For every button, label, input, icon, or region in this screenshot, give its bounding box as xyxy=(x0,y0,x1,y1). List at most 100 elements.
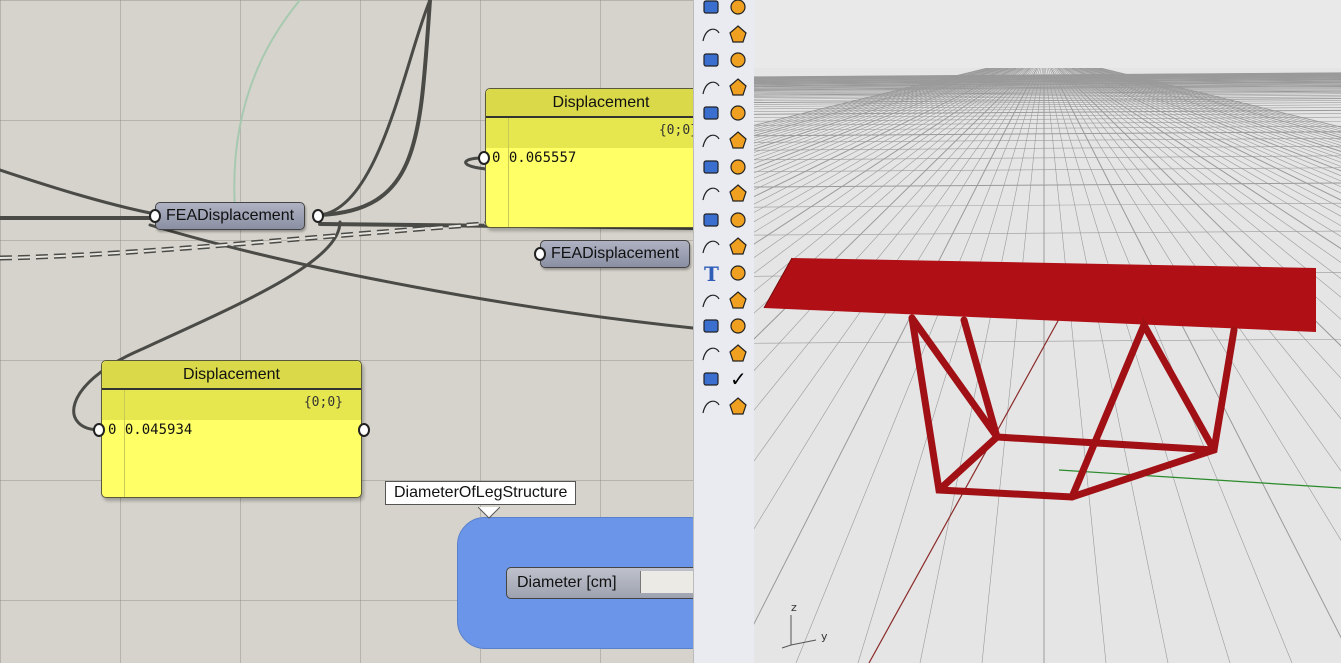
panel-path: {0;0} xyxy=(486,118,693,148)
panel-index-divider xyxy=(124,390,125,497)
displacement-panel-bottom[interactable]: Displacement {0;0} 0 0.045934 xyxy=(101,360,362,498)
surface-icon[interactable] xyxy=(727,76,749,98)
grid-line xyxy=(754,98,1341,104)
param-output-grip[interactable] xyxy=(312,209,324,223)
param-input-grip[interactable] xyxy=(534,247,546,261)
transform-icon[interactable] xyxy=(727,289,749,311)
slider-track[interactable] xyxy=(640,571,693,593)
wire xyxy=(0,168,157,216)
grid-line xyxy=(754,67,1025,259)
render-icon[interactable] xyxy=(700,368,722,390)
grid-line xyxy=(919,67,1042,663)
grid-line xyxy=(754,67,1004,153)
box-icon[interactable] xyxy=(700,102,722,124)
row-index: 0 xyxy=(108,422,117,438)
svg-text:✓: ✓ xyxy=(730,368,747,390)
group-tooltip: DiameterOfLegStructure xyxy=(385,481,577,505)
grid-line xyxy=(754,67,993,132)
grid-line xyxy=(754,67,1032,372)
grid-line xyxy=(754,67,1011,174)
grid-line xyxy=(754,67,1003,150)
panel-output-grip[interactable] xyxy=(358,423,370,437)
curve-icon[interactable] xyxy=(727,235,749,257)
wire xyxy=(318,0,432,217)
panel-input-grip[interactable] xyxy=(93,423,105,437)
grid-line xyxy=(754,67,1036,530)
x-axis-indicator xyxy=(781,644,792,649)
panel-row: 0 0.045934 xyxy=(102,420,361,440)
table-top-mesh xyxy=(764,258,1316,332)
x-axis-line xyxy=(868,309,1065,663)
grid-line xyxy=(754,67,1029,314)
fea-displacement-param-2[interactable]: FEADisplacement xyxy=(540,240,691,268)
wire xyxy=(233,0,301,211)
panel-path: {0;0} xyxy=(102,390,361,420)
arc-icon[interactable] xyxy=(700,23,722,45)
grid-icon[interactable] xyxy=(700,342,722,364)
grid-line xyxy=(754,67,1031,340)
grid-line xyxy=(754,145,1341,151)
fea-displacement-param[interactable]: FEADisplacement xyxy=(155,202,306,230)
grid-line xyxy=(754,67,989,126)
grid-line xyxy=(754,67,1001,147)
point-icon[interactable] xyxy=(700,0,722,18)
grid-line xyxy=(754,67,1028,292)
circle-icon[interactable] xyxy=(727,0,749,18)
viewport-horizon xyxy=(754,0,1341,68)
text-icon[interactable]: T xyxy=(700,262,722,286)
array-icon[interactable] xyxy=(727,209,749,231)
panel-row: 0 0.065557 xyxy=(486,148,693,168)
tooltip-pointer xyxy=(478,507,500,519)
panel-index-divider xyxy=(508,118,509,227)
grid-line xyxy=(754,67,1022,233)
rectangle-icon[interactable] xyxy=(727,23,749,45)
solid-edit-icon[interactable] xyxy=(700,315,722,337)
scale-icon[interactable] xyxy=(727,262,749,284)
diameter-slider[interactable]: Diameter [cm] xyxy=(506,567,693,599)
row-index: 0 xyxy=(492,150,501,166)
rhino-toolbar: T ✓ xyxy=(693,0,755,663)
gumball-icon[interactable] xyxy=(700,156,722,178)
axis-label-y: y xyxy=(821,630,828,643)
cylinder-icon[interactable] xyxy=(700,129,722,151)
grid-line xyxy=(754,67,991,130)
check-icon[interactable]: ✓ xyxy=(727,367,749,391)
row-value: 0.065557 xyxy=(508,150,577,166)
grid-line xyxy=(754,67,1026,274)
axis-widget xyxy=(781,615,817,649)
cage-edit-icon[interactable] xyxy=(700,76,722,98)
grasshopper-canvas[interactable]: Displacement {0;0} 0 0.065557 Displaceme… xyxy=(0,0,693,663)
material-icon[interactable] xyxy=(727,395,749,417)
polygon-icon[interactable] xyxy=(700,49,722,71)
axis-label-z: z xyxy=(791,601,797,614)
perspective-view: z y xyxy=(754,0,1341,663)
slider-label: Diameter [cm] xyxy=(517,574,617,591)
mesh-icon[interactable] xyxy=(727,129,749,151)
mesh-tools-icon[interactable] xyxy=(700,395,722,417)
construction-grid xyxy=(754,0,1341,663)
grid-line xyxy=(754,67,1024,245)
explode-icon[interactable] xyxy=(727,156,749,178)
grid-line xyxy=(754,67,990,128)
displacement-panel-top[interactable]: Displacement {0;0} 0 0.065557 xyxy=(485,88,693,228)
boolean-icon[interactable] xyxy=(700,209,722,231)
panel-input-grip[interactable] xyxy=(478,151,490,165)
dimension-icon[interactable] xyxy=(700,235,722,257)
fillet-icon[interactable] xyxy=(727,49,749,71)
panel-title: Displacement xyxy=(102,361,361,390)
svg-text:T: T xyxy=(704,262,719,284)
block-icon[interactable] xyxy=(700,289,722,311)
grid-line xyxy=(754,67,994,134)
panel-title: Displacement xyxy=(486,89,693,118)
sphere-icon[interactable] xyxy=(727,102,749,124)
grid-line xyxy=(754,125,1341,131)
split-icon[interactable] xyxy=(700,182,722,204)
align-icon[interactable] xyxy=(727,342,749,364)
grid-line xyxy=(754,67,1038,625)
wire xyxy=(318,0,432,217)
analyze-icon[interactable] xyxy=(727,315,749,337)
grid-line xyxy=(754,67,1035,462)
param-input-grip[interactable] xyxy=(149,209,161,223)
join-icon[interactable] xyxy=(727,182,749,204)
rhino-viewport[interactable]: z y xyxy=(754,0,1341,663)
